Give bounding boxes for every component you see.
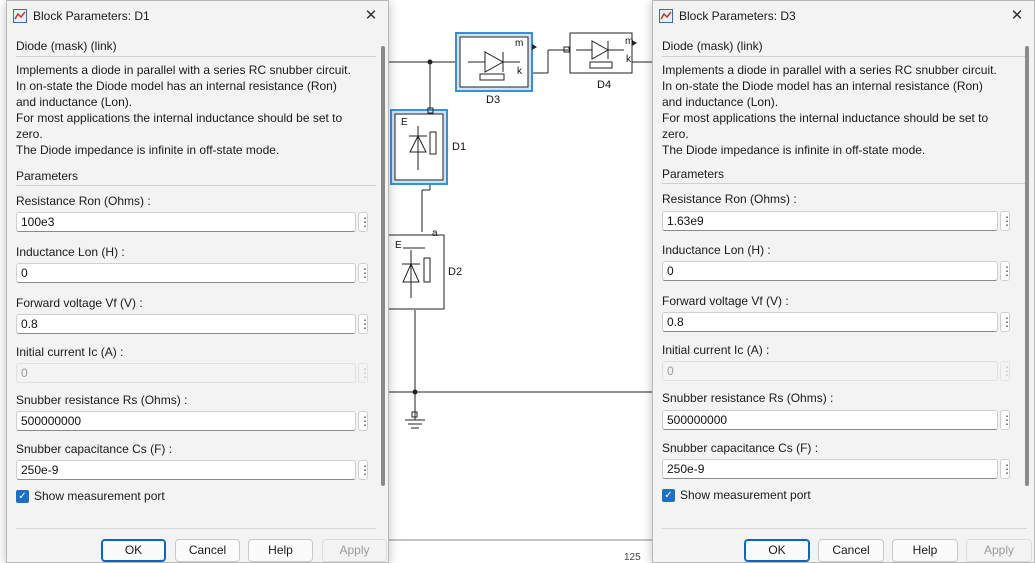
snubber-capacitance-field[interactable]: 250e-9 (662, 459, 998, 479)
description-line: zero. (16, 127, 43, 141)
description-line: zero. (662, 127, 689, 141)
description-line: The Diode impedance is infinite in off-s… (662, 143, 926, 157)
port-label-m: m (515, 38, 524, 49)
description-line: In on-state the Diode model has an inter… (16, 79, 337, 93)
vertical-scrollbar[interactable] (1025, 46, 1029, 486)
initial-current-field: 0 (662, 361, 998, 381)
apply-button: Apply (322, 539, 387, 562)
block-label-d2[interactable]: D2 (448, 266, 462, 278)
forward-voltage-label: Forward voltage Vf (V) : (662, 294, 789, 308)
port-label-e-d2: E (395, 240, 402, 251)
vertical-ellipsis-icon[interactable]: ⋮ (358, 263, 371, 283)
group-divider (16, 185, 376, 186)
snubber-resistance-label: Snubber resistance Rs (Ohms) : (662, 391, 834, 405)
show-measurement-port-checkbox[interactable]: ✓ Show measurement port (662, 488, 811, 502)
apply-button: Apply (966, 539, 1032, 562)
description-line: For most applications the internal induc… (662, 111, 989, 125)
inductance-lon-field[interactable]: 0 (662, 261, 998, 281)
dialog-titlebar[interactable]: Block Parameters: D3 ✕ (653, 1, 1034, 31)
vertical-ellipsis-icon[interactable]: ⋮ (358, 314, 371, 334)
vertical-scrollbar[interactable] (381, 46, 385, 486)
vertical-ellipsis-icon[interactable]: ⋮ (1000, 312, 1013, 332)
snubber-resistance-field[interactable]: 500000000 (662, 410, 998, 430)
port-label-e-d1: E (401, 117, 408, 128)
resistance-ron-field[interactable]: 1.63e9 (662, 211, 998, 231)
group-divider (662, 183, 1027, 184)
mask-description: Implements a diode in parallel with a se… (662, 62, 997, 158)
description-line: and inductance (Lon). (662, 95, 779, 109)
description-line: Implements a diode in parallel with a se… (662, 63, 997, 77)
resistance-ron-field[interactable]: 100e3 (16, 212, 356, 232)
parameters-group-title: Parameters (662, 167, 725, 181)
close-icon[interactable]: ✕ (1006, 6, 1028, 26)
port-label-a: a (432, 228, 438, 239)
vertical-ellipsis-icon[interactable]: ⋮ (1000, 410, 1013, 430)
vertical-ellipsis-icon[interactable]: ⋮ (1000, 261, 1013, 281)
inductance-lon-label: Inductance Lon (H) : (662, 243, 771, 257)
vertical-ellipsis-icon[interactable]: ⋮ (1000, 459, 1013, 479)
port-label-m-d4: m (625, 36, 634, 47)
forward-voltage-field[interactable]: 0.8 (662, 312, 998, 332)
snubber-capacitance-label: Snubber capacitance Cs (F) : (16, 442, 173, 456)
block-label-d3[interactable]: D3 (486, 94, 500, 106)
group-divider (16, 56, 376, 57)
snubber-capacitance-field[interactable]: 250e-9 (16, 460, 356, 480)
show-measurement-port-checkbox[interactable]: ✓ Show measurement port (16, 489, 165, 503)
vertical-ellipsis-icon: ⋮ (358, 363, 371, 383)
checkbox-label: Show measurement port (34, 489, 165, 503)
forward-voltage-field[interactable]: 0.8 (16, 314, 356, 334)
resistance-ron-label: Resistance Ron (Ohms) : (16, 194, 151, 208)
checkmark-icon[interactable]: ✓ (662, 488, 675, 502)
vertical-ellipsis-icon[interactable]: ⋮ (1000, 211, 1013, 231)
forward-voltage-label: Forward voltage Vf (V) : (16, 296, 143, 310)
close-icon[interactable]: ✕ (360, 6, 382, 26)
help-button[interactable]: Help (892, 539, 958, 562)
dialog-title: Block Parameters: D1 (33, 9, 150, 23)
footer-divider (16, 528, 376, 529)
help-button[interactable]: Help (248, 539, 313, 562)
resistance-ron-label: Resistance Ron (Ohms) : (662, 192, 797, 206)
initial-current-label: Initial current Ic (A) : (16, 345, 124, 359)
snubber-capacitance-label: Snubber capacitance Cs (F) : (662, 441, 819, 455)
checkmark-icon[interactable]: ✓ (16, 489, 29, 503)
zoom-level: 125 (624, 552, 641, 563)
vertical-ellipsis-icon[interactable]: ⋮ (358, 460, 371, 480)
block-parameters-dialog-d1: Block Parameters: D1 ✕ Diode (mask) (lin… (6, 0, 389, 563)
ok-button[interactable]: OK (744, 539, 810, 562)
footer-divider (662, 528, 1027, 529)
block-label-d4[interactable]: D4 (597, 79, 611, 91)
vertical-ellipsis-icon[interactable]: ⋮ (358, 212, 371, 232)
vertical-ellipsis-icon[interactable]: ⋮ (358, 411, 371, 431)
cancel-button[interactable]: Cancel (175, 539, 240, 562)
dialog-title: Block Parameters: D3 (679, 9, 796, 23)
initial-current-label: Initial current Ic (A) : (662, 343, 770, 357)
description-line: For most applications the internal induc… (16, 111, 343, 125)
dialog-titlebar[interactable]: Block Parameters: D1 ✕ (7, 1, 388, 31)
cancel-button[interactable]: Cancel (818, 539, 884, 562)
port-label-k: k (517, 66, 522, 77)
block-parameters-dialog-d3: Block Parameters: D3 ✕ Diode (mask) (lin… (652, 0, 1035, 563)
description-line: and inductance (Lon). (16, 95, 133, 109)
simulink-block-icon (13, 9, 27, 23)
inductance-lon-label: Inductance Lon (H) : (16, 245, 125, 259)
initial-current-field: 0 (16, 363, 356, 383)
simulink-block-icon (659, 9, 673, 23)
description-line: Implements a diode in parallel with a se… (16, 63, 351, 77)
description-line: In on-state the Diode model has an inter… (662, 79, 983, 93)
ok-button[interactable]: OK (101, 539, 166, 562)
group-divider (662, 56, 1027, 57)
mask-description: Implements a diode in parallel with a se… (16, 62, 351, 158)
vertical-ellipsis-icon: ⋮ (1000, 361, 1013, 381)
checkbox-label: Show measurement port (680, 488, 811, 502)
inductance-lon-field[interactable]: 0 (16, 263, 356, 283)
description-line: The Diode impedance is infinite in off-s… (16, 143, 280, 157)
block-label-d1[interactable]: D1 (452, 141, 466, 153)
port-label-k-d4: k (626, 54, 631, 65)
snubber-resistance-label: Snubber resistance Rs (Ohms) : (16, 393, 188, 407)
mask-group-title: Diode (mask) (link) (662, 39, 763, 53)
parameters-group-title: Parameters (16, 169, 79, 183)
mask-group-title: Diode (mask) (link) (16, 39, 117, 53)
snubber-resistance-field[interactable]: 500000000 (16, 411, 356, 431)
